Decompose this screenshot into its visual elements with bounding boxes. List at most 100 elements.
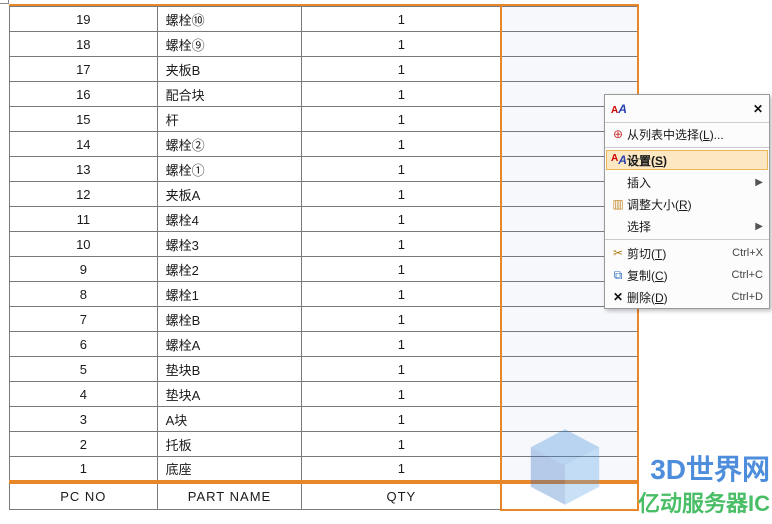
cell-part-name[interactable]: 螺栓3 xyxy=(157,232,302,257)
menu-pick-from-list[interactable]: ⊕ 从列表中选择(L)... xyxy=(605,123,769,145)
table-footer: PC NOPART NAMEQTY xyxy=(10,482,639,510)
cell-extra[interactable] xyxy=(501,407,638,432)
cell-part-name[interactable]: 螺栓4 xyxy=(157,207,302,232)
table-row[interactable]: 5垫块B1 xyxy=(10,357,639,382)
cell-qty[interactable]: 1 xyxy=(302,207,502,232)
cell-qty[interactable]: 1 xyxy=(302,457,502,482)
cell-index[interactable]: 6 xyxy=(10,332,158,357)
menu-copy[interactable]: ⧉ 复制(C) Ctrl+C xyxy=(605,264,769,286)
close-icon[interactable]: ✕ xyxy=(753,102,763,116)
table-row[interactable]: 3A块1 xyxy=(10,407,639,432)
cell-extra[interactable] xyxy=(501,357,638,382)
cell-index[interactable]: 11 xyxy=(10,207,158,232)
cell-part-name[interactable]: A块 xyxy=(157,407,302,432)
menu-insert[interactable]: 插入 ▶ xyxy=(605,171,769,193)
cell-qty[interactable]: 1 xyxy=(302,232,502,257)
cell-qty[interactable]: 1 xyxy=(302,132,502,157)
menu-resize[interactable]: ▥ 调整大小(R) xyxy=(605,193,769,215)
cell-part-name[interactable]: 螺栓B xyxy=(157,307,302,332)
cell-qty[interactable]: 1 xyxy=(302,332,502,357)
table-row[interactable]: 2托板1 xyxy=(10,432,639,457)
cell-index[interactable]: 1 xyxy=(10,457,158,482)
cell-extra[interactable] xyxy=(501,7,638,32)
cell-index[interactable]: 8 xyxy=(10,282,158,307)
cell-index[interactable]: 15 xyxy=(10,107,158,132)
cell-part-name[interactable]: 螺栓⑩ xyxy=(157,7,302,32)
menu-settings[interactable]: AA 设置(S) xyxy=(606,150,768,170)
cell-index[interactable]: 10 xyxy=(10,232,158,257)
cell-qty[interactable]: 1 xyxy=(302,57,502,82)
cell-part-name[interactable]: 杆 xyxy=(157,107,302,132)
menu-delete[interactable]: ✕ 删除(D) Ctrl+D xyxy=(605,286,769,308)
cell-index[interactable]: 9 xyxy=(10,257,158,282)
cell-index[interactable]: 16 xyxy=(10,82,158,107)
cell-part-name[interactable]: 螺栓1 xyxy=(157,282,302,307)
cell-qty[interactable]: 1 xyxy=(302,157,502,182)
cell-qty[interactable]: 1 xyxy=(302,382,502,407)
table-row[interactable]: 12夹板A1 xyxy=(10,182,639,207)
table-row[interactable]: 16配合块1 xyxy=(10,82,639,107)
cell-index[interactable]: 17 xyxy=(10,57,158,82)
cell-extra[interactable] xyxy=(501,382,638,407)
cell-qty[interactable]: 1 xyxy=(302,407,502,432)
cell-index[interactable]: 2 xyxy=(10,432,158,457)
cell-qty[interactable]: 1 xyxy=(302,257,502,282)
table-row[interactable]: 10螺栓31 xyxy=(10,232,639,257)
table-row[interactable]: 14螺栓②1 xyxy=(10,132,639,157)
table-row[interactable]: 1底座1 xyxy=(10,457,639,482)
menu-select[interactable]: 选择 ▶ xyxy=(605,215,769,237)
watermark-text-1: 3D世界网 xyxy=(638,448,770,488)
table-row[interactable]: 11螺栓41 xyxy=(10,207,639,232)
cell-extra[interactable] xyxy=(501,32,638,57)
cell-part-name[interactable]: 夹板B xyxy=(157,57,302,82)
cell-index[interactable]: 13 xyxy=(10,157,158,182)
cell-qty[interactable]: 1 xyxy=(302,82,502,107)
cell-qty[interactable]: 1 xyxy=(302,107,502,132)
cell-part-name[interactable]: 螺栓① xyxy=(157,157,302,182)
cell-qty[interactable]: 1 xyxy=(302,32,502,57)
cell-part-name[interactable]: 垫块A xyxy=(157,382,302,407)
table-row[interactable]: 15杆1 xyxy=(10,107,639,132)
table-row[interactable]: 7螺栓B1 xyxy=(10,307,639,332)
cell-qty[interactable]: 1 xyxy=(302,282,502,307)
cell-index[interactable]: 7 xyxy=(10,307,158,332)
cell-extra[interactable] xyxy=(501,457,638,482)
cell-index[interactable]: 3 xyxy=(10,407,158,432)
cell-qty[interactable]: 1 xyxy=(302,357,502,382)
table-row[interactable]: 19螺栓⑩1 xyxy=(10,7,639,32)
menu-cut[interactable]: ✂ 剪切(T) Ctrl+X xyxy=(605,242,769,264)
table-row[interactable]: 9螺栓21 xyxy=(10,257,639,282)
table-row[interactable]: 6螺栓A1 xyxy=(10,332,639,357)
cell-extra[interactable] xyxy=(501,332,638,357)
cell-qty[interactable]: 1 xyxy=(302,432,502,457)
cell-qty[interactable]: 1 xyxy=(302,307,502,332)
cell-extra[interactable] xyxy=(501,432,638,457)
cell-index[interactable]: 18 xyxy=(10,32,158,57)
cell-part-name[interactable]: 配合块 xyxy=(157,82,302,107)
cell-part-name[interactable]: 底座 xyxy=(157,457,302,482)
table-row[interactable]: 4垫块A1 xyxy=(10,382,639,407)
table-row[interactable]: 8螺栓11 xyxy=(10,282,639,307)
cell-qty[interactable]: 1 xyxy=(302,7,502,32)
table-row[interactable]: 17夹板B1 xyxy=(10,57,639,82)
cell-index[interactable]: 14 xyxy=(10,132,158,157)
cell-index[interactable]: 4 xyxy=(10,382,158,407)
cell-part-name[interactable]: 夹板A xyxy=(157,182,302,207)
cell-extra[interactable] xyxy=(501,307,638,332)
cell-part-name[interactable]: 螺栓A xyxy=(157,332,302,357)
cell-part-name[interactable]: 螺栓② xyxy=(157,132,302,157)
table-row[interactable]: 13螺栓①1 xyxy=(10,157,639,182)
cell-part-name[interactable]: 托板 xyxy=(157,432,302,457)
cell-index[interactable]: 12 xyxy=(10,182,158,207)
cell-qty[interactable]: 1 xyxy=(302,182,502,207)
cell-part-name[interactable]: 螺栓⑨ xyxy=(157,32,302,57)
cell-part-name[interactable]: 螺栓2 xyxy=(157,257,302,282)
cell-extra[interactable] xyxy=(501,57,638,82)
table-row[interactable]: 18螺栓⑨1 xyxy=(10,32,639,57)
text-style-icon[interactable]: AA xyxy=(611,102,627,116)
cell-part-name[interactable]: 垫块B xyxy=(157,357,302,382)
cell-index[interactable]: 5 xyxy=(10,357,158,382)
watermark: 3D世界网 亿动服务器IC xyxy=(638,448,770,518)
text-style-icon: AA xyxy=(611,153,627,167)
cell-index[interactable]: 19 xyxy=(10,7,158,32)
